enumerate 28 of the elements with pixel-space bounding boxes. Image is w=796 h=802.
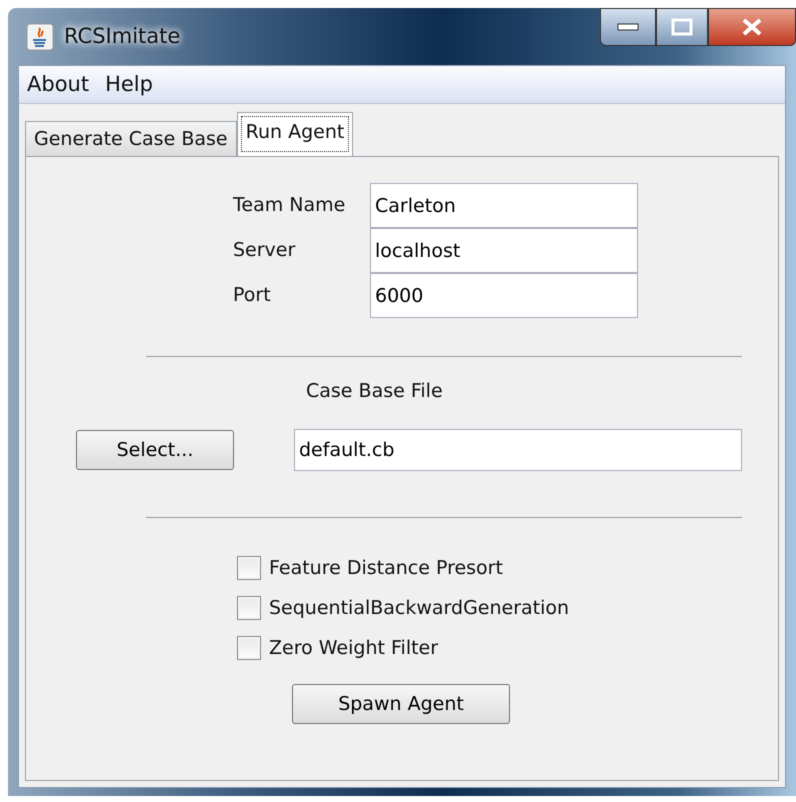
close-button[interactable] (708, 8, 796, 46)
text-field[interactable]: 6000 (370, 273, 638, 318)
text-field[interactable]: localhost (370, 228, 638, 273)
window-title: RCSImitate (64, 22, 180, 50)
maximize-button[interactable] (656, 8, 708, 46)
case-base-file-field[interactable]: default.cb (294, 429, 742, 471)
minimize-icon (617, 23, 639, 31)
field-label: Server (233, 238, 296, 264)
checkbox[interactable] (237, 636, 261, 660)
case-base-file-label: Case Base File (306, 380, 443, 402)
checkbox-label: Zero Weight Filter (269, 636, 438, 661)
field-label: Port (233, 283, 272, 308)
text-field[interactable]: Carleton (370, 183, 638, 228)
menu-item[interactable]: Help (105, 68, 153, 100)
menu-item[interactable]: About (27, 68, 90, 100)
field-label: Team Name (233, 193, 346, 218)
checkbox-label: SequentialBackwardGeneration (269, 596, 570, 621)
checkbox[interactable] (237, 596, 261, 620)
checkbox-label: Feature Distance Presort (269, 556, 503, 581)
tab[interactable]: Generate Case Base (25, 121, 237, 156)
checkbox[interactable] (237, 556, 261, 580)
maximize-icon (671, 18, 693, 36)
java-app-icon (26, 22, 54, 50)
close-icon (740, 17, 764, 37)
tab[interactable]: Run Agent (236, 112, 354, 156)
minimize-button[interactable] (600, 8, 656, 46)
spawn-agent-button[interactable]: Spawn Agent (292, 684, 510, 724)
select-button[interactable]: Select... (76, 430, 234, 470)
